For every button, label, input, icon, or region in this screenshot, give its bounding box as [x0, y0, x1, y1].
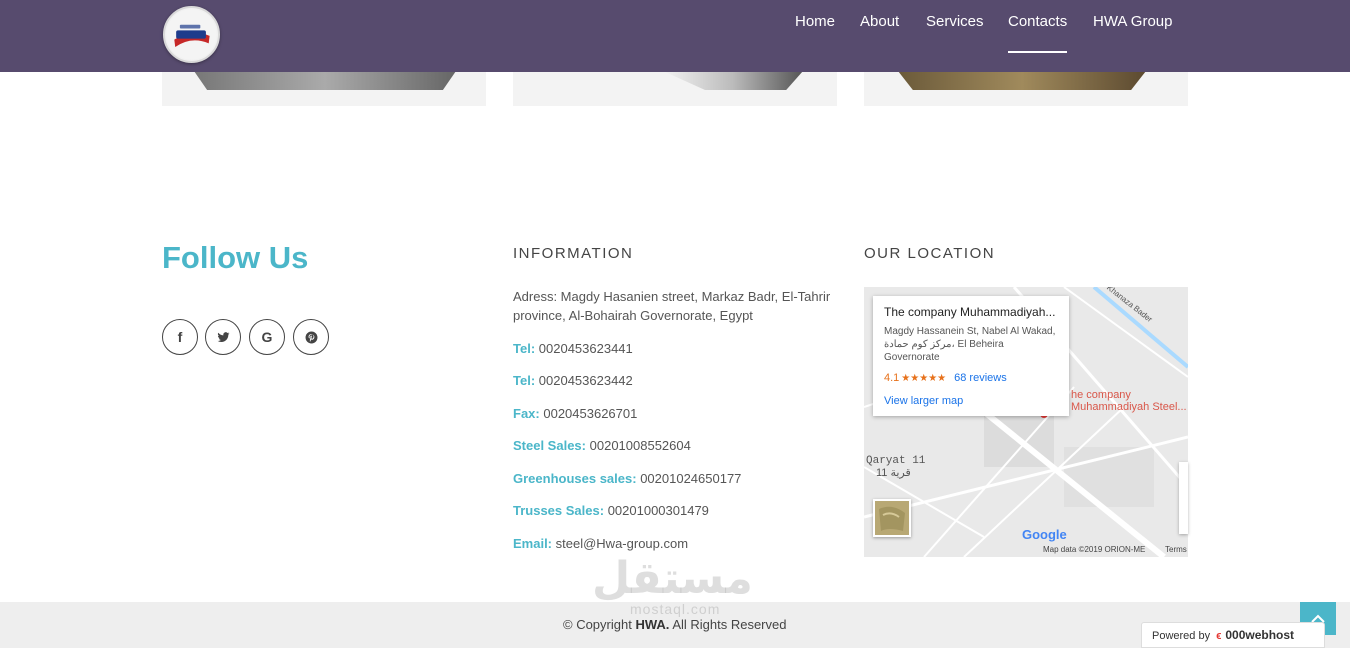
project-card-2[interactable] [513, 72, 837, 106]
mostaql-watermark: مستقل [592, 553, 753, 604]
map-zoom-controls[interactable] [1179, 462, 1188, 534]
email-line: Email: steel@Hwa-group.com [513, 535, 688, 553]
project-image-1 [194, 72, 456, 90]
project-image-3 [898, 72, 1146, 90]
map-terms-link[interactable]: Terms [1165, 545, 1187, 555]
powered-by-label: Powered by [1152, 630, 1211, 642]
greenhouses-sales-value: 00201024650177 [640, 471, 742, 486]
nav-contacts[interactable]: Contacts [1008, 13, 1068, 53]
map-rating-value: 4.1 [884, 372, 900, 384]
map-village-label-ar: قرية 11 [876, 467, 911, 479]
webhost-logo-icon: ϵ [1216, 630, 1222, 642]
pinterest-link[interactable] [293, 319, 329, 355]
map-place-address: Magdy Hassanein St, Nabel Al Wakad, مركز… [884, 326, 1056, 363]
greenhouses-sales-line: Greenhouses sales: 00201024650177 [513, 470, 741, 488]
star-rating-icon: ★★★★★ [901, 373, 947, 384]
google-plus-link[interactable]: G [249, 319, 285, 355]
tel-2-label: Tel: [513, 373, 536, 388]
trusses-sales-value: 00201000301479 [607, 503, 709, 518]
site-header: Home About Services Contacts HWA Group [0, 0, 1350, 72]
view-larger-map-link[interactable]: View larger map [884, 394, 1058, 408]
twitter-link[interactable] [205, 319, 241, 355]
nav-hwa-group[interactable]: HWA Group [1093, 13, 1172, 31]
twitter-icon [217, 331, 229, 342]
project-card-1[interactable] [162, 72, 486, 106]
map-place-title: The company Muhammadiyah... [884, 305, 1056, 319]
our-location-heading: OUR LOCATION [864, 245, 996, 262]
copyright-text: © Copyright HWA. All Rights Reserved [563, 617, 786, 633]
tel-2-value: 0020453623442 [538, 373, 633, 388]
google-logo: Google [1022, 527, 1067, 542]
email-label: Email: [513, 536, 553, 551]
follow-us-title: Follow Us [162, 240, 309, 275]
map-pin-label-line2: Muhammadiyah Steel... [1071, 401, 1187, 413]
map-rating-row: 4.1 ★★★★★ 68 reviews [884, 371, 1058, 386]
steel-sales-line: Steel Sales: 00201008552604 [513, 437, 691, 455]
main-nav: Home About Services Contacts HWA Group [0, 13, 1350, 53]
map-pin-label: he company Muhammadiyah Steel... [1071, 389, 1187, 413]
map-pin-label-line1: he company [1071, 389, 1131, 401]
pinterest-icon [305, 331, 317, 343]
nav-services[interactable]: Services [926, 13, 984, 31]
fax-line: Fax: 0020453626701 [513, 405, 637, 423]
trusses-sales-line: Trusses Sales: 00201000301479 [513, 502, 709, 520]
google-icon: G [261, 329, 273, 345]
copyright-brand: HWA. [635, 617, 670, 632]
mostaql-watermark-url: mostaql.com [630, 601, 721, 617]
tel-1-line: Tel: 0020453623441 [513, 340, 633, 358]
nav-about[interactable]: About [860, 13, 899, 31]
powered-by-badge[interactable]: Powered by ϵ 000webhost [1141, 622, 1325, 648]
project-card-3[interactable] [864, 72, 1188, 106]
map-reviews-link[interactable]: 68 reviews [954, 372, 1007, 384]
facebook-icon: f [177, 329, 183, 345]
map-place-card: The company Muhammadiyah... Magdy Hassan… [873, 296, 1069, 416]
fax-value: 0020453626701 [543, 406, 638, 421]
information-heading: INFORMATION [513, 245, 634, 262]
address-text: Adress: Magdy Hasanien street, Markaz Ba… [513, 289, 831, 323]
webhost-name: 000webhost [1225, 628, 1295, 642]
tel-1-label: Tel: [513, 341, 536, 356]
steel-sales-value: 00201008552604 [589, 438, 691, 453]
tel-2-line: Tel: 0020453623442 [513, 372, 633, 390]
trusses-sales-label: Trusses Sales: [513, 503, 605, 518]
greenhouses-sales-label: Greenhouses sales: [513, 471, 637, 486]
satellite-toggle[interactable] [873, 499, 911, 537]
facebook-link[interactable]: f [162, 319, 198, 355]
copyright-suffix: All Rights Reserved [672, 617, 787, 632]
steel-sales-label: Steel Sales: [513, 438, 586, 453]
copyright-prefix: © Copyright [563, 617, 632, 632]
email-value[interactable]: steel@Hwa-group.com [556, 536, 688, 551]
nav-home[interactable]: Home [795, 13, 835, 31]
project-image-2 [663, 72, 803, 90]
fax-label: Fax: [513, 406, 540, 421]
tel-1-value: 0020453623441 [538, 341, 633, 356]
map-data-attribution: Map data ©2019 ORION-ME [1043, 545, 1146, 554]
